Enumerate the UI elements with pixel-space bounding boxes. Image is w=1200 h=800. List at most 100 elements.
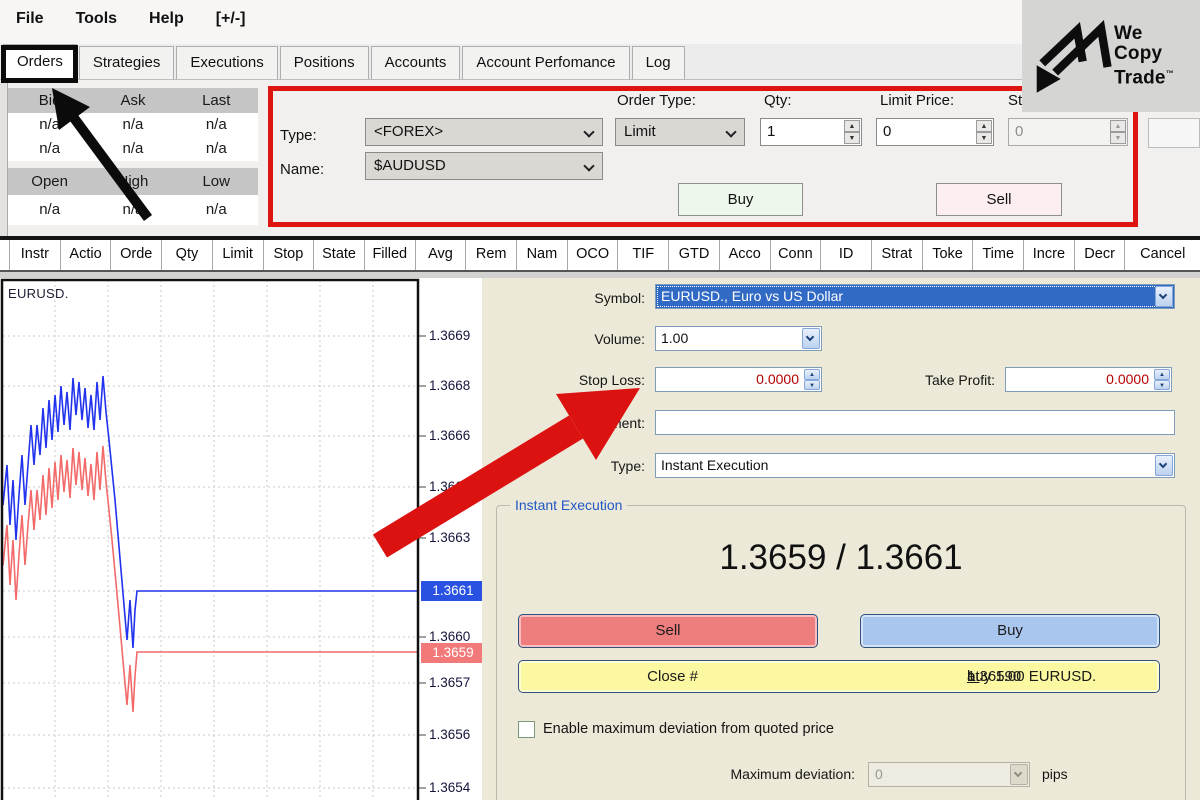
grid-column-header[interactable]: TIF — [618, 240, 669, 270]
grid-column-header[interactable]: Qty — [162, 240, 213, 270]
grid-column-header[interactable]: Stop — [264, 240, 315, 270]
mt4-buy-button[interactable]: Buy — [860, 614, 1160, 648]
spin-up-icon[interactable]: ▲ — [1154, 369, 1170, 380]
stop-price-input: 0 ▲▼ — [1008, 118, 1128, 146]
spin-up-icon[interactable]: ▲ — [804, 369, 820, 380]
price-axis-label: 1.3666 — [429, 427, 485, 445]
grid-column-header[interactable]: Rem — [466, 240, 517, 270]
grid-column-header[interactable]: GTD — [669, 240, 720, 270]
execution-type-dropdown[interactable]: Instant Execution — [655, 453, 1175, 478]
order-type-dropdown[interactable]: Limit — [615, 118, 745, 146]
limit-price-spinner[interactable]: ▲▼ — [976, 120, 992, 144]
price-axis-label: 1.3654 — [429, 779, 485, 797]
chevron-down-icon — [806, 333, 814, 341]
bid-price-tag: 1.3659 — [421, 643, 485, 663]
limit-price-value: 0 — [883, 123, 891, 140]
take-profit-input[interactable]: 0.0000 ▲▼ — [1005, 367, 1172, 392]
grid-column-header[interactable]: OCO — [568, 240, 619, 270]
grid-column-header[interactable]: Time — [973, 240, 1024, 270]
max-deviation-checkbox[interactable] — [518, 721, 535, 738]
chart-canvas — [0, 278, 482, 800]
quote-table-row: n/an/an/a — [8, 113, 258, 137]
grid-column-header[interactable]: Actio — [61, 240, 112, 270]
stop-price-value: 0 — [1015, 123, 1023, 140]
take-profit-spinner[interactable]: ▲▼ — [1154, 369, 1170, 390]
sell-button[interactable]: Sell — [936, 183, 1062, 216]
stop-loss-label: Stop Loss: — [482, 372, 645, 388]
tab[interactable]: Strategies — [79, 46, 175, 79]
grid-column-header[interactable]: ID — [821, 240, 872, 270]
order-type-value: Limit — [624, 123, 656, 140]
chevron-down-icon — [1014, 769, 1022, 777]
stop-loss-spinner[interactable]: ▲▼ — [804, 369, 820, 390]
buy-button[interactable]: Buy — [678, 183, 803, 216]
price-axis-label: 1.3668 — [429, 377, 485, 395]
symbol-dropdown[interactable]: EURUSD., Euro vs US Dollar — [655, 284, 1175, 309]
grid-column-header[interactable]: Avg — [416, 240, 467, 270]
spin-down-icon[interactable]: ▼ — [844, 132, 860, 144]
close-order-button[interactable]: Close # buy 1.00 EURUSD. at 1.36590 — [518, 660, 1160, 693]
max-deviation-dropdown: 0 — [868, 762, 1030, 787]
quote-header-cell: Bid — [8, 88, 91, 113]
mt4-sell-button[interactable]: Sell — [518, 614, 818, 648]
trademark-icon: ™ — [1166, 69, 1174, 78]
tick-chart: EURUSD. — [0, 278, 482, 800]
chart-border — [2, 280, 418, 800]
ask-line — [3, 376, 418, 648]
grid-column-header[interactable]: Instr — [10, 240, 61, 270]
chevron-down-icon — [725, 126, 736, 137]
dropdown-button[interactable] — [1155, 455, 1173, 476]
spin-up-icon[interactable]: ▲ — [976, 120, 992, 132]
tab[interactable]: Account Perfomance — [462, 46, 629, 79]
execution-type-value: Instant Execution — [661, 457, 768, 473]
grid-column-header[interactable]: Incre — [1024, 240, 1075, 270]
spin-down-icon[interactable]: ▼ — [976, 132, 992, 144]
price-axis-label: 1.3665 — [429, 478, 485, 496]
grid-column-header[interactable]: Conn — [771, 240, 822, 270]
grid-column-header[interactable]: Decr — [1075, 240, 1126, 270]
quote-table-row: n/an/an/a — [8, 195, 258, 225]
comment-label: Comment: — [482, 415, 645, 431]
menu-item[interactable]: Tools — [60, 10, 133, 28]
chevron-down-icon — [1159, 291, 1167, 299]
volume-dropdown[interactable]: 1.00 — [655, 326, 822, 351]
spin-up-icon[interactable]: ▲ — [844, 120, 860, 132]
tab[interactable]: Accounts — [371, 46, 461, 79]
close-button-label: Close # — [519, 661, 826, 692]
grid-column-header[interactable]: Filled — [365, 240, 416, 270]
grid-column-header[interactable]: Toke — [923, 240, 974, 270]
grid-column-header[interactable]: State — [314, 240, 365, 270]
grid-column-header[interactable]: Limit — [213, 240, 264, 270]
stop-loss-input[interactable]: 0.0000 ▲▼ — [655, 367, 822, 392]
bid-ask-quote: 1.3659 / 1.3661 — [496, 538, 1186, 578]
quote-header-cell: Ask — [91, 88, 174, 113]
grid-column-header[interactable]: Orde — [111, 240, 162, 270]
menu-item[interactable]: File — [0, 10, 60, 28]
tab[interactable]: Executions — [176, 46, 277, 79]
menu-item[interactable]: [+/-] — [200, 10, 262, 28]
grid-column-header[interactable]: Strat — [872, 240, 923, 270]
qty-spinner[interactable]: ▲▼ — [844, 120, 860, 144]
spin-down-icon: ▼ — [1110, 132, 1126, 144]
quote-cell: n/a — [8, 195, 91, 225]
price-axis-label: 1.3657 — [429, 674, 485, 692]
tab[interactable]: Positions — [280, 46, 369, 79]
comment-input[interactable] — [655, 410, 1175, 435]
limit-price-input[interactable]: 0 ▲▼ — [876, 118, 994, 146]
price-axis-label: 1.3656 — [429, 726, 485, 744]
tab[interactable]: Log — [632, 46, 685, 79]
left-edge-strip — [0, 80, 8, 236]
spin-down-icon[interactable]: ▼ — [1154, 380, 1170, 391]
menu-item[interactable]: Help — [133, 10, 200, 28]
dropdown-button[interactable] — [802, 328, 820, 349]
grid-column-header[interactable]: Nam — [517, 240, 568, 270]
stop-price-spinner: ▲▼ — [1110, 120, 1126, 144]
bid-line — [3, 446, 418, 712]
qty-input[interactable]: 1 ▲▼ — [760, 118, 862, 146]
execution-type-label: Type: — [482, 458, 645, 474]
cropped-control — [1148, 118, 1200, 148]
grid-column-header[interactable]: Acco — [720, 240, 771, 270]
dropdown-button[interactable] — [1155, 286, 1173, 307]
grid-column-header[interactable]: Cancel — [1125, 240, 1200, 270]
spin-down-icon[interactable]: ▼ — [804, 380, 820, 391]
